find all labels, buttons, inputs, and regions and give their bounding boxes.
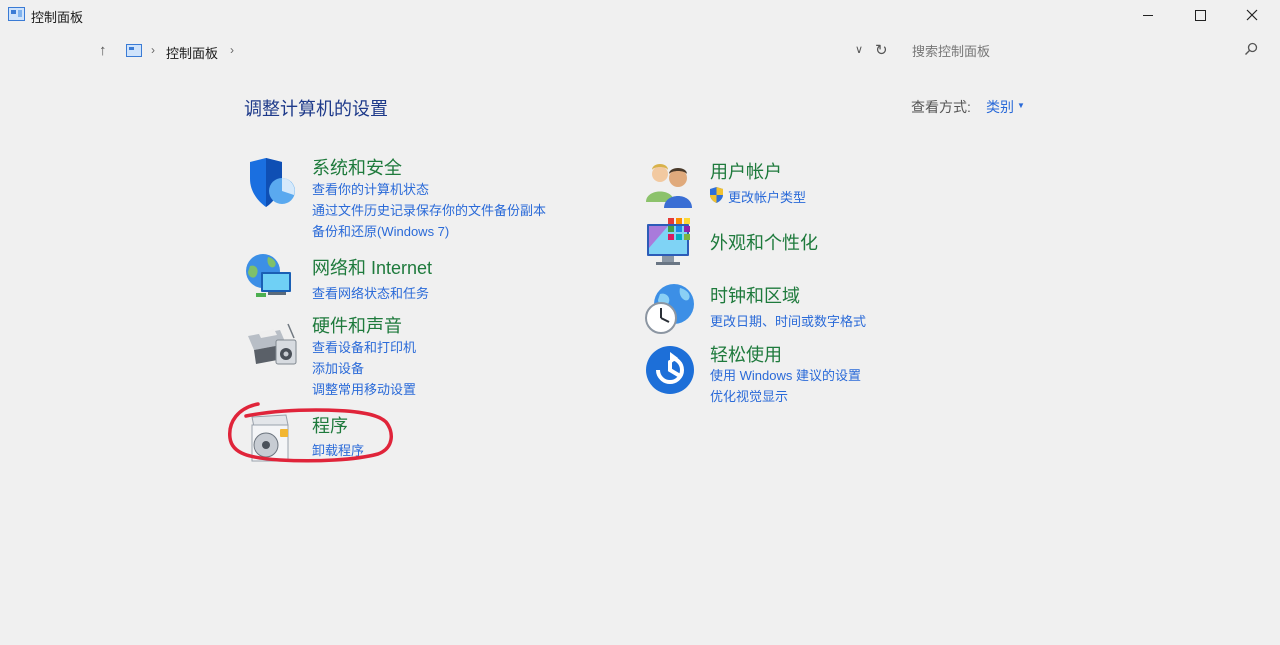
- up-arrow-icon[interactable]: ↑: [99, 42, 107, 59]
- search-icon[interactable]: [1244, 42, 1258, 56]
- view-by-dropdown[interactable]: 类别: [986, 97, 1014, 117]
- close-button[interactable]: [1226, 0, 1278, 30]
- clock-globe-icon[interactable]: [644, 282, 698, 336]
- caret-down-icon[interactable]: ▼: [1017, 101, 1025, 110]
- link-change-account-type[interactable]: 更改帐户类型: [728, 187, 806, 206]
- minimize-button[interactable]: [1122, 0, 1174, 30]
- chevron-right-icon[interactable]: ›: [151, 43, 155, 57]
- uac-shield-icon: [710, 187, 723, 203]
- control-panel-icon[interactable]: [126, 44, 142, 57]
- annotation-circle: [228, 402, 393, 463]
- shield-icon[interactable]: [244, 157, 298, 211]
- page-title: 调整计算机的设置: [244, 99, 388, 119]
- link-network-status[interactable]: 查看网络状态和任务: [312, 283, 429, 302]
- window-title: 控制面板: [31, 10, 84, 25]
- category-appearance-personalization[interactable]: 外观和个性化: [710, 229, 818, 255]
- search-input[interactable]: [912, 40, 1242, 62]
- minimize-icon: [1143, 14, 1153, 16]
- category-hardware-sound[interactable]: 硬件和声音: [312, 312, 402, 338]
- maximize-icon: [1194, 9, 1206, 21]
- link-backup-restore[interactable]: 备份和还原(Windows 7): [312, 221, 449, 240]
- link-windows-recommended-settings[interactable]: 使用 Windows 建议的设置: [710, 365, 861, 384]
- link-file-history-backup[interactable]: 通过文件历史记录保存你的文件备份副本: [312, 200, 546, 219]
- category-user-accounts[interactable]: 用户帐户: [710, 158, 782, 184]
- category-network-internet[interactable]: 网络和 Internet: [312, 254, 432, 280]
- network-globe-icon[interactable]: [244, 252, 298, 306]
- breadcrumb-control-panel[interactable]: 控制面板: [166, 43, 218, 62]
- link-add-device[interactable]: 添加设备: [312, 358, 364, 377]
- maximize-button[interactable]: [1174, 0, 1226, 30]
- chevron-right-icon[interactable]: ›: [230, 43, 234, 57]
- view-by-label: 查看方式:: [911, 99, 971, 115]
- category-ease-of-access[interactable]: 轻松使用: [710, 341, 782, 367]
- ease-of-access-icon[interactable]: [644, 343, 698, 397]
- link-devices-printers[interactable]: 查看设备和打印机: [312, 337, 416, 356]
- category-clock-region[interactable]: 时钟和区域: [710, 282, 800, 308]
- refresh-icon[interactable]: ↻: [875, 41, 888, 59]
- close-icon: [1246, 9, 1258, 21]
- printer-speaker-icon[interactable]: [244, 318, 298, 372]
- link-view-computer-status[interactable]: 查看你的计算机状态: [312, 179, 429, 198]
- user-accounts-icon[interactable]: [644, 158, 698, 212]
- link-date-time-format[interactable]: 更改日期、时间或数字格式: [710, 311, 866, 330]
- link-mobility-settings[interactable]: 调整常用移动设置: [312, 379, 416, 398]
- control-panel-icon: [8, 7, 25, 21]
- chevron-down-icon[interactable]: ∨: [855, 43, 863, 56]
- category-system-security[interactable]: 系统和安全: [312, 154, 402, 180]
- title-bar: 控制面板: [0, 0, 1280, 30]
- appearance-monitor-icon[interactable]: [644, 216, 698, 270]
- link-optimize-visual-display[interactable]: 优化视觉显示: [710, 386, 788, 405]
